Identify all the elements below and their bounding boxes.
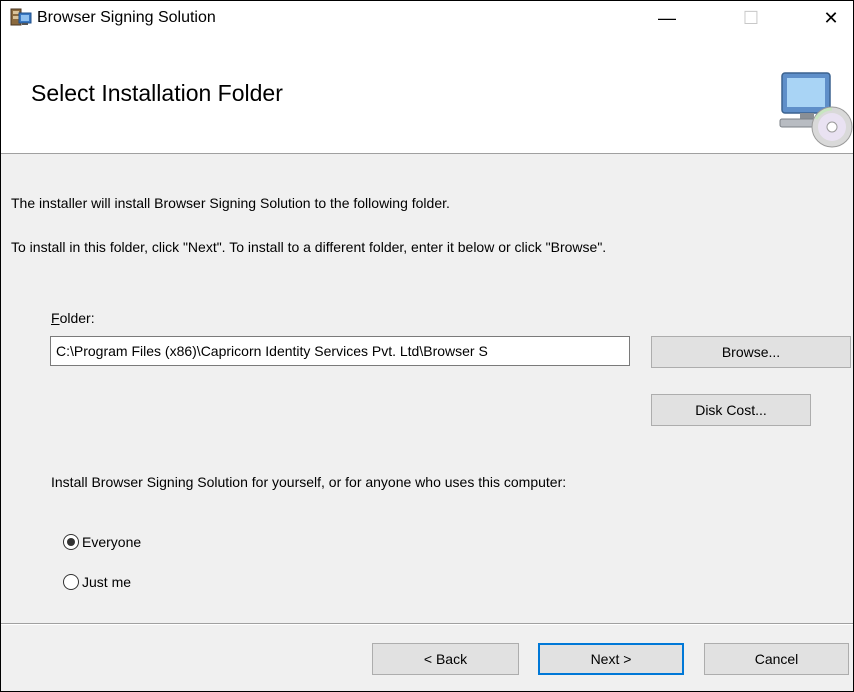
radio-button[interactable]	[63, 574, 79, 590]
minimize-button[interactable]: —	[643, 1, 691, 35]
folder-label-text: older:	[59, 310, 95, 326]
close-button[interactable]: ✕	[807, 1, 853, 35]
title-bar[interactable]: Browser Signing Solution — ☐ ✕	[1, 1, 853, 35]
folder-label: Folder:	[51, 309, 95, 327]
wizard-header: Select Installation Folder	[1, 35, 853, 154]
radio-dot	[67, 538, 75, 546]
disk-cost-button[interactable]: Disk Cost...	[651, 394, 811, 426]
intro-text: The installer will install Browser Signi…	[11, 195, 450, 211]
folder-path-input[interactable]	[50, 336, 630, 366]
installer-window: Browser Signing Solution — ☐ ✕ Select In…	[0, 0, 854, 692]
instructions-text: To install in this folder, click "Next".…	[11, 239, 607, 255]
page-title: Select Installation Folder	[31, 80, 283, 106]
radio-everyone-label[interactable]: Everyone	[82, 533, 141, 551]
next-button[interactable]: Next >	[538, 643, 684, 675]
installer-app-icon	[10, 8, 32, 26]
window-title: Browser Signing Solution	[37, 9, 216, 26]
browse-button[interactable]: Browse...	[651, 336, 851, 368]
radio-button-selected[interactable]	[63, 534, 79, 550]
computer-cd-icon	[779, 72, 853, 148]
folder-label-mnemonic: F	[51, 310, 60, 326]
maximize-button[interactable]: ☐	[727, 1, 775, 35]
footer-divider	[1, 623, 853, 625]
cancel-button[interactable]: Cancel	[704, 643, 849, 675]
radio-just-me-label[interactable]: Just me	[82, 573, 131, 591]
back-button[interactable]: < Back	[372, 643, 519, 675]
install-scope-prompt: Install Browser Signing Solution for you…	[51, 474, 567, 490]
